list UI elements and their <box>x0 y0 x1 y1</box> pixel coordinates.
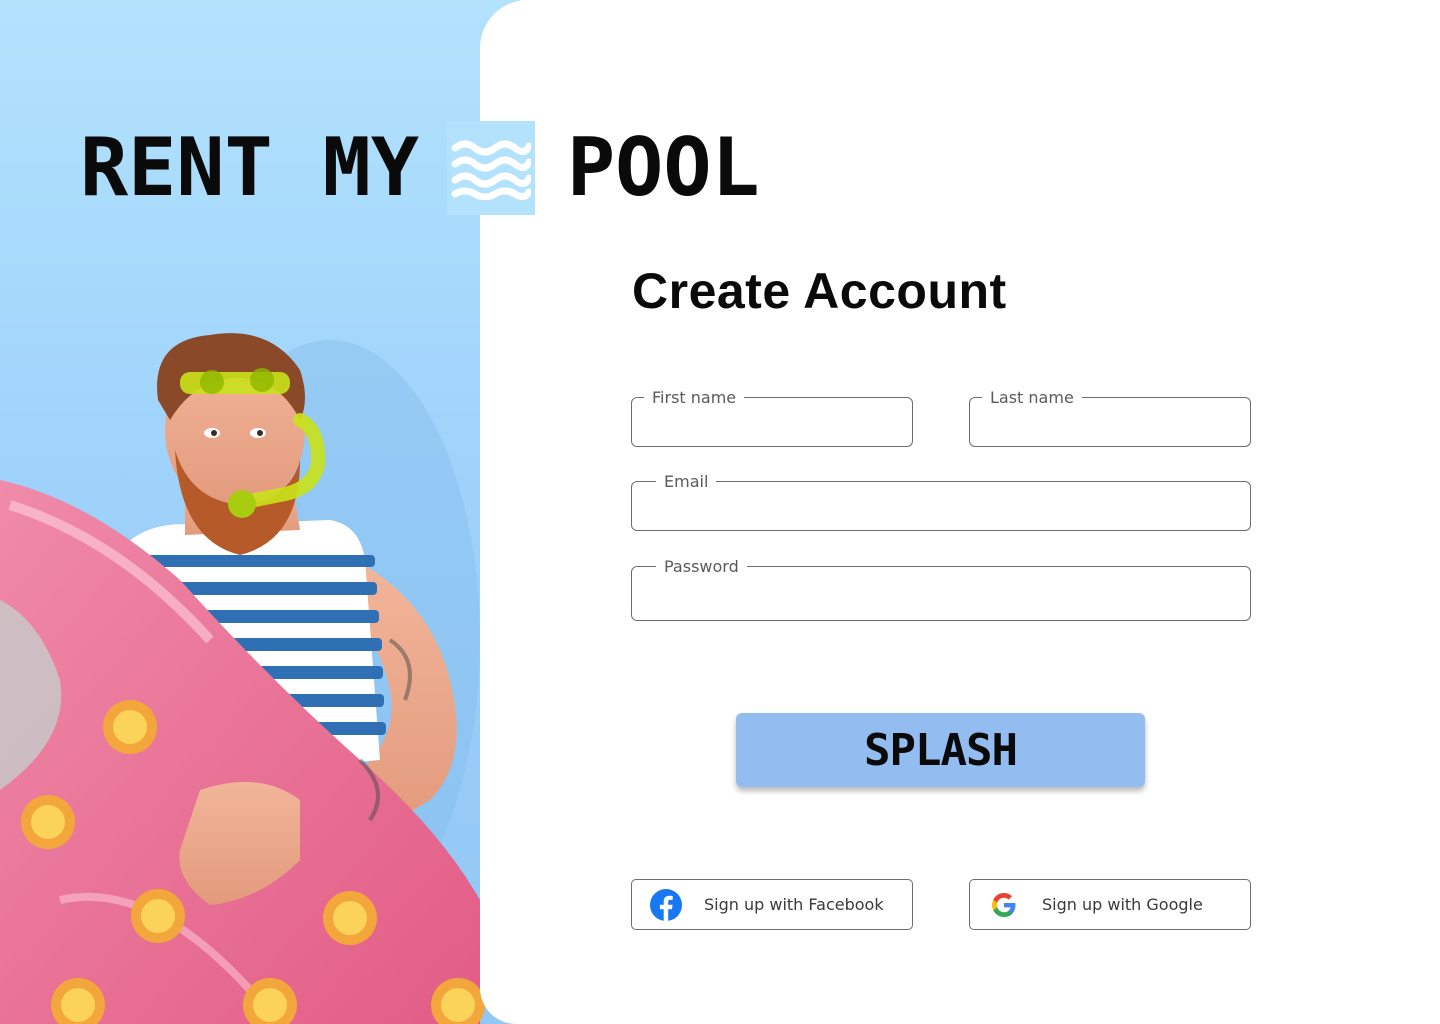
password-field[interactable]: Password <box>631 557 1251 621</box>
logo-word-rent: RENT <box>80 121 273 214</box>
page-title: Create Account <box>632 263 1007 319</box>
logo-word-my: MY <box>322 121 419 214</box>
brand-logo: RENT MY POOL <box>80 120 760 216</box>
last-name-field[interactable]: Last name <box>969 388 1251 447</box>
wave-icon <box>446 121 535 215</box>
google-icon <box>987 888 1021 922</box>
facebook-signup-button[interactable]: Sign up with Facebook <box>631 879 913 930</box>
first-name-field[interactable]: First name <box>631 388 913 447</box>
password-input[interactable] <box>632 567 1250 620</box>
logo-word-pool: POOL <box>566 121 760 214</box>
email-input[interactable] <box>632 482 1250 530</box>
google-signup-label: Sign up with Google <box>1042 895 1203 914</box>
splash-submit-button[interactable]: SPLASH <box>736 713 1145 787</box>
email-field[interactable]: Email <box>631 472 1251 531</box>
google-signup-button[interactable]: Sign up with Google <box>969 879 1251 930</box>
facebook-signup-label: Sign up with Facebook <box>704 895 884 914</box>
last-name-input[interactable] <box>970 398 1250 446</box>
first-name-input[interactable] <box>632 398 912 446</box>
facebook-icon <box>649 888 683 922</box>
